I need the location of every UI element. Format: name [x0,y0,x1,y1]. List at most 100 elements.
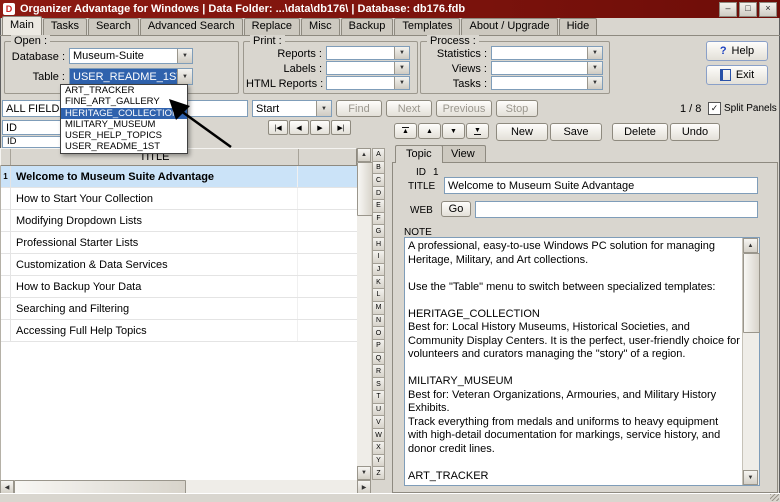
alphabet-button[interactable]: V [372,416,385,430]
labels-combobox[interactable]: ▼ [326,61,410,75]
alphabet-button[interactable]: N [372,314,385,328]
resize-grip[interactable] [770,494,779,501]
list-item-selected[interactable]: 1 Welcome to Museum Suite Advantage [1,166,357,188]
alphabet-button[interactable]: X [372,441,385,455]
delete-button[interactable]: Delete [612,123,668,141]
next-record-button[interactable]: ▶ [310,120,330,135]
alphabet-button[interactable]: F [372,212,385,226]
chevron-down-icon[interactable]: ▼ [316,101,331,116]
list-item[interactable]: Professional Starter Lists [1,232,357,254]
views-combobox[interactable]: ▼ [491,61,603,75]
tab-hide[interactable]: Hide [558,18,598,35]
next-button[interactable]: Next [386,100,432,117]
tab-replace[interactable]: Replace [243,18,301,35]
chevron-down-icon[interactable]: ▼ [587,77,602,89]
find-button[interactable]: Find [336,100,382,117]
alphabet-button[interactable]: L [372,289,385,302]
list-item[interactable]: How to Backup Your Data [1,276,357,298]
list-horizontal-scrollbar[interactable]: ◀ ▶ [0,480,371,496]
new-button[interactable]: New [496,123,548,141]
note-scrollbar[interactable]: ▲ ▼ [742,238,760,485]
alphabet-button[interactable]: C [372,174,385,188]
alphabet-button[interactable]: H [372,238,385,251]
undo-button[interactable]: Undo [670,123,720,141]
scroll-right-icon[interactable]: ▶ [357,480,371,494]
tab-backup[interactable]: Backup [340,18,394,35]
alphabet-button[interactable]: R [372,365,385,379]
alphabet-button[interactable]: Z [372,467,385,481]
reports-combobox[interactable]: ▼ [326,46,410,60]
last-record-button[interactable]: ▶| [331,120,351,135]
list-item[interactable]: Customization & Data Services [1,254,357,276]
go-bottom-record-button[interactable]: ▼ [466,123,489,139]
list-vertical-scrollbar[interactable]: ▲ ▼ [357,148,373,480]
list-item[interactable]: Modifying Dropdown Lists [1,210,357,232]
tasks-combobox[interactable]: ▼ [491,76,603,90]
tab-templates[interactable]: Templates [394,18,461,35]
database-combobox[interactable]: Museum-Suite ▼ [69,48,193,64]
record-down-button[interactable]: ▼ [442,123,465,139]
alphabet-button[interactable]: I [372,250,385,264]
minimize-button[interactable]: – [719,1,737,17]
chevron-down-icon[interactable]: ▼ [587,62,602,74]
save-button[interactable]: Save [550,123,602,141]
chevron-down-icon[interactable]: ▼ [394,47,409,59]
first-record-button[interactable]: |◀ [268,120,288,135]
statistics-combobox[interactable]: ▼ [491,46,603,60]
exit-button[interactable]: Exit [706,65,768,85]
help-button[interactable]: ? Help [706,41,768,61]
list-item[interactable]: How to Start Your Collection [1,188,357,210]
chevron-down-icon[interactable]: ▼ [394,62,409,74]
tab-advanced-search[interactable]: Advanced Search [139,18,243,35]
alphabet-button[interactable]: O [372,327,385,341]
table-combobox[interactable]: USER_README_1ST ▼ [69,68,193,85]
alphabet-button[interactable]: W [372,429,385,442]
alphabet-button[interactable]: P [372,340,385,353]
list-item[interactable]: Accessing Full Help Topics [1,320,357,342]
split-panels-checkbox[interactable]: ✓ Split Panels [708,102,777,115]
match-mode-combobox[interactable]: Start ▼ [252,100,332,117]
alphabet-button[interactable]: J [372,263,385,277]
alphabet-button[interactable]: S [372,378,385,391]
stop-button[interactable]: Stop [496,100,538,117]
chevron-down-icon[interactable]: ▼ [394,77,409,89]
alphabet-button[interactable]: Y [372,454,385,468]
scrollbar-thumb[interactable] [357,162,373,216]
alphabet-button[interactable]: K [372,276,385,290]
chevron-down-icon[interactable]: ▼ [177,69,192,84]
scroll-up-icon[interactable]: ▲ [357,148,371,162]
scroll-down-icon[interactable]: ▼ [357,466,371,480]
scrollbar-thumb[interactable] [743,253,760,333]
note-field[interactable]: A professional, easy-to-use Windows PC s… [404,237,760,486]
chevron-down-icon[interactable]: ▼ [177,49,192,63]
html-reports-combobox[interactable]: ▼ [326,76,410,90]
close-button[interactable]: × [759,1,777,17]
scroll-up-icon[interactable]: ▲ [743,238,758,253]
alphabet-button[interactable]: B [372,161,385,175]
alphabet-button[interactable]: Q [372,352,385,366]
alphabet-button[interactable]: D [372,187,385,200]
chevron-down-icon[interactable]: ▼ [587,47,602,59]
go-button[interactable]: Go [441,201,471,217]
tab-about-upgrade[interactable]: About / Upgrade [461,18,558,35]
alphabet-button[interactable]: G [372,225,385,239]
tab-misc[interactable]: Misc [301,18,340,35]
go-top-record-button[interactable]: ▲ [394,123,417,139]
tab-tasks[interactable]: Tasks [42,18,87,35]
maximize-button[interactable]: □ [739,1,757,17]
scroll-down-icon[interactable]: ▼ [743,470,758,485]
record-up-button[interactable]: ▲ [418,123,441,139]
tab-topic[interactable]: Topic [395,145,443,163]
checkbox-check-icon[interactable]: ✓ [708,102,721,115]
web-field[interactable] [475,201,758,218]
alphabet-button[interactable]: M [372,301,385,315]
alphabet-button[interactable]: E [372,199,385,213]
list-item[interactable]: Searching and Filtering [1,298,357,320]
alphabet-button[interactable]: A [372,148,385,162]
title-field[interactable] [444,177,758,194]
alphabet-button[interactable]: U [372,403,385,417]
alphabet-button[interactable]: T [372,390,385,404]
scroll-left-icon[interactable]: ◀ [0,480,14,494]
previous-record-button[interactable]: ◀ [289,120,309,135]
tab-search[interactable]: Search [87,18,139,35]
